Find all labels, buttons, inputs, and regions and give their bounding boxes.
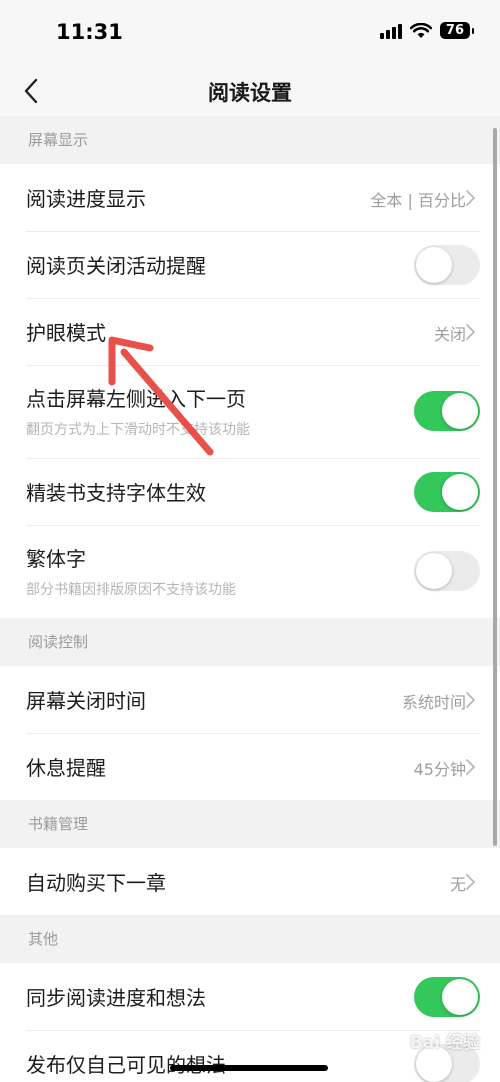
chevron-right-icon: [466, 190, 475, 206]
tap-left-toggle[interactable]: [414, 391, 480, 431]
chevron-right-icon: [466, 692, 475, 708]
watermark: Bai 经验: [409, 1033, 480, 1053]
toggle-knob: [442, 474, 478, 510]
toggle-knob: [416, 247, 452, 283]
section-header-other: 其他: [0, 915, 500, 963]
row-rest-reminder[interactable]: 休息提醒 45分钟: [0, 733, 500, 800]
home-indicator[interactable]: [170, 1065, 328, 1071]
status-bar: 11:31 76: [0, 0, 500, 66]
row-sync-progress: 同步阅读进度和想法: [0, 963, 500, 1030]
row-value: 系统时间: [401, 693, 466, 712]
row-screen-off[interactable]: 屏幕关闭时间 系统时间: [0, 666, 500, 733]
nav-bar: 阅读设置: [0, 66, 500, 116]
row-eye-mode[interactable]: 护眼模式 关闭: [0, 298, 500, 365]
chevron-right-icon: [466, 324, 475, 340]
row-label: 发布仅自己可见的想法: [26, 1053, 226, 1077]
row-bound-font: 精装书支持字体生效: [0, 458, 500, 525]
chevron-right-icon: [466, 874, 475, 890]
row-traditional: 繁体字 部分书籍因排版原因不支持该功能: [0, 525, 500, 618]
row-label: 休息提醒: [26, 756, 106, 780]
scrollbar[interactable]: [493, 128, 497, 846]
group-control: 屏幕关闭时间 系统时间 休息提醒 45分钟: [0, 666, 500, 800]
sync-progress-toggle[interactable]: [414, 977, 480, 1017]
row-progress-display[interactable]: 阅读进度显示 全本 | 百分比: [0, 164, 500, 231]
close-reminder-toggle[interactable]: [414, 245, 480, 285]
section-header-books: 书籍管理: [0, 800, 500, 848]
row-label: 点击屏幕左侧进入下一页: [26, 387, 246, 411]
traditional-toggle[interactable]: [414, 551, 480, 591]
toggle-knob: [416, 553, 452, 589]
wifi-icon: [409, 22, 432, 38]
row-tap-left: 点击屏幕左侧进入下一页 翻页方式为上下滑动时不支持该功能: [0, 365, 500, 458]
toggle-knob: [442, 393, 478, 429]
row-label: 屏幕关闭时间: [26, 689, 146, 713]
battery-icon: 76: [439, 22, 475, 39]
row-subtitle: 部分书籍因排版原因不支持该功能: [26, 582, 236, 598]
toggle-knob: [442, 979, 478, 1015]
row-label: 阅读进度显示: [26, 187, 146, 211]
page-title: 阅读设置: [208, 81, 292, 105]
row-value: 全本 | 百分比: [370, 191, 466, 210]
bound-font-toggle[interactable]: [414, 472, 480, 512]
section-header-control: 阅读控制: [0, 618, 500, 666]
row-auto-buy[interactable]: 自动购买下一章 无: [0, 848, 500, 915]
group-screen: 阅读进度显示 全本 | 百分比 阅读页关闭活动提醒 护眼模式 关闭 点击屏幕左侧…: [0, 164, 500, 618]
row-label: 同步阅读进度和想法: [26, 986, 206, 1010]
row-label: 精装书支持字体生效: [26, 481, 206, 505]
chevron-right-icon: [466, 759, 475, 775]
row-label: 护眼模式: [26, 321, 106, 345]
row-subtitle: 翻页方式为上下滑动时不支持该功能: [26, 422, 250, 438]
row-label: 阅读页关闭活动提醒: [26, 254, 206, 278]
row-close-reminder: 阅读页关闭活动提醒: [0, 231, 500, 298]
status-icons: 76: [379, 22, 475, 39]
section-header-screen: 屏幕显示: [0, 116, 500, 164]
signal-icon: [379, 23, 402, 39]
row-label: 繁体字: [26, 547, 86, 571]
row-value: 45分钟: [413, 760, 466, 779]
group-books: 自动购买下一章 无: [0, 848, 500, 915]
row-label: 自动购买下一章: [26, 871, 166, 895]
status-time: 11:31: [56, 20, 123, 44]
